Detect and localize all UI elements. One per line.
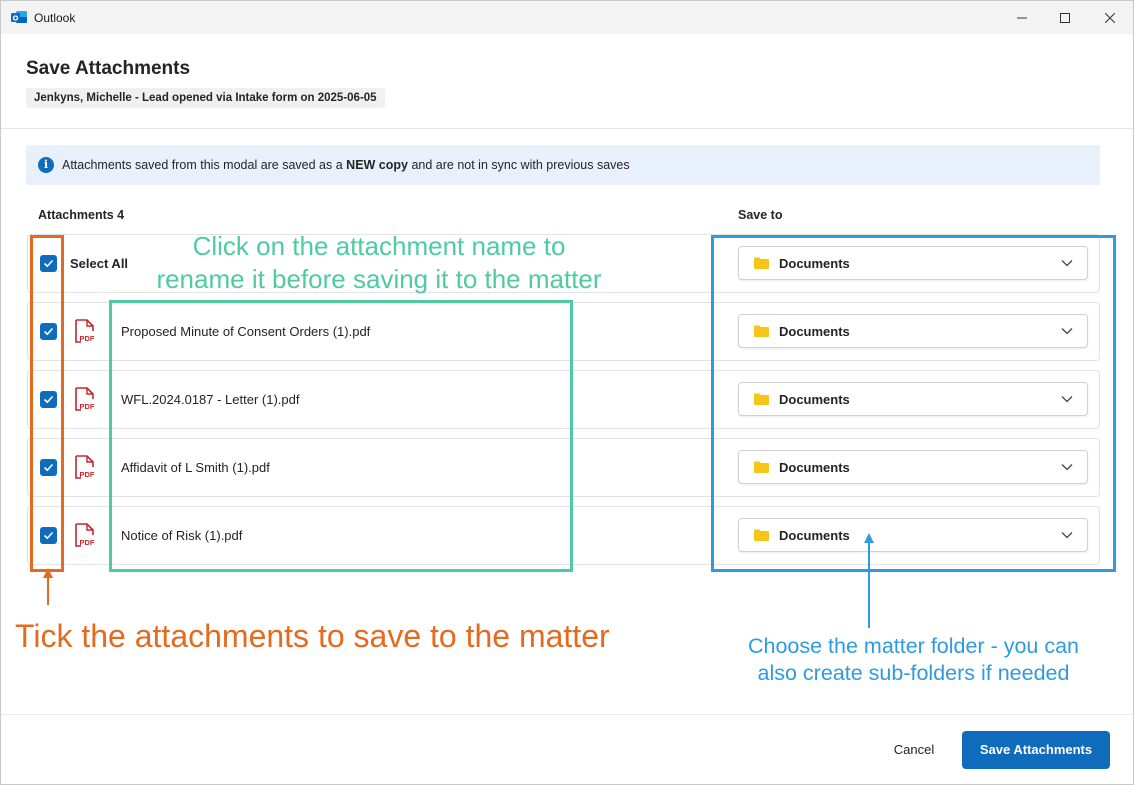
svg-text:PDF: PDF	[80, 470, 95, 479]
folder-annotation-box	[711, 235, 1116, 572]
checkbox-annotation-box	[30, 235, 64, 572]
tick-hint-annotation: Tick the attachments to save to the matt…	[15, 618, 610, 654]
app-title: Outlook	[34, 11, 76, 25]
svg-text:O: O	[13, 15, 19, 23]
pdf-file-icon: PDF	[75, 455, 95, 479]
filename-annotation-box	[109, 300, 573, 572]
rename-hint-line1: Click on the attachment name to	[192, 231, 566, 261]
folder-hint-annotation: Choose the matter folder - you can also …	[721, 633, 1106, 687]
minimize-icon	[1017, 17, 1027, 18]
svg-text:PDF: PDF	[80, 538, 95, 547]
email-subject-badge: Jenkyns, Michelle - Lead opened via Inta…	[26, 88, 385, 108]
maximize-icon	[1060, 12, 1070, 23]
svg-text:PDF: PDF	[80, 334, 95, 343]
cancel-button[interactable]: Cancel	[879, 731, 949, 769]
save-to-column-header: Save to	[738, 208, 783, 222]
info-icon: i	[38, 157, 54, 173]
close-button[interactable]	[1087, 1, 1133, 34]
title-bar: O Outlook	[1, 1, 1133, 34]
attachments-column-header: Attachments 4	[38, 208, 125, 222]
pdf-file-icon: PDF	[75, 387, 95, 411]
info-text-bold: NEW copy	[346, 158, 408, 172]
pdf-file-icon: PDF	[75, 319, 95, 343]
info-message-text: Attachments saved from this modal are sa…	[62, 158, 630, 172]
footer-divider	[1, 714, 1133, 715]
close-icon	[1105, 12, 1115, 23]
up-arrow-icon	[43, 568, 53, 605]
folder-hint-line1: Choose the matter folder - you can	[747, 634, 1080, 658]
svg-text:PDF: PDF	[80, 402, 95, 411]
folder-hint-line2: also create sub-folders if needed	[757, 661, 1070, 685]
info-message-bar: i Attachments saved from this modal are …	[26, 145, 1100, 185]
info-text-start: Attachments saved from this modal are sa…	[62, 158, 347, 172]
save-attachments-button[interactable]: Save Attachments	[962, 731, 1110, 769]
info-text-end: and are not in sync with previous saves	[407, 158, 630, 172]
outlook-window: O Outlook Save Attachments Jenkyns, Mich…	[0, 0, 1134, 785]
rename-hint-annotation: Click on the attachment name to rename i…	[119, 230, 639, 296]
minimize-button[interactable]	[999, 1, 1045, 34]
rename-hint-line2: rename it before saving it to the matter	[156, 264, 602, 294]
up-arrow-icon	[864, 533, 874, 628]
pdf-file-icon: PDF	[75, 523, 95, 547]
dialog-title: Save Attachments	[26, 58, 191, 79]
header-divider	[1, 128, 1133, 129]
maximize-button[interactable]	[1042, 1, 1088, 34]
outlook-logo-icon: O	[11, 11, 27, 23]
